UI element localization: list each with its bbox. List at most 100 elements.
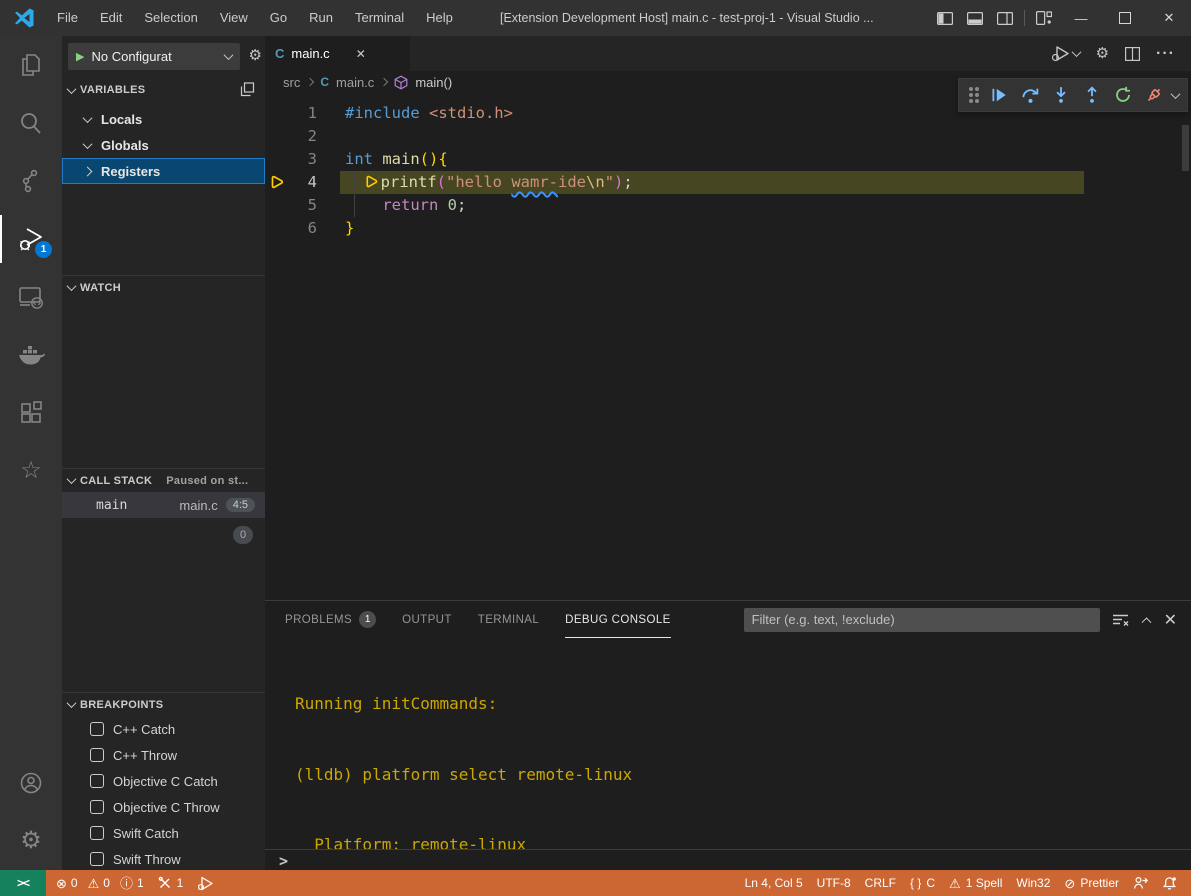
clear-console-icon[interactable] bbox=[1112, 613, 1129, 627]
breakpoint-gutter[interactable] bbox=[265, 217, 293, 240]
breadcrumb-folder[interactable]: src bbox=[283, 75, 300, 90]
editor-settings-gear-icon[interactable]: ⚙ bbox=[1096, 46, 1109, 61]
checkbox-unchecked[interactable] bbox=[90, 800, 104, 814]
breakpoint-gutter[interactable] bbox=[265, 148, 293, 171]
activity-accounts[interactable] bbox=[0, 754, 62, 812]
menu-terminal[interactable]: Terminal bbox=[344, 0, 415, 36]
editor-scrollbar[interactable] bbox=[1182, 125, 1189, 171]
activity-search[interactable] bbox=[0, 94, 62, 152]
copy-value-icon[interactable] bbox=[240, 82, 255, 97]
tools-status[interactable]: 1 bbox=[158, 876, 184, 890]
launch-config-dropdown[interactable]: ▶ No Configurat bbox=[68, 43, 240, 70]
variables-scope-locals[interactable]: Locals bbox=[62, 106, 265, 132]
maximize-button[interactable] bbox=[1103, 0, 1147, 36]
tab-main-c[interactable]: C main.c ✕ bbox=[265, 36, 410, 71]
configure-gear-icon[interactable]: ⚙ bbox=[249, 48, 262, 63]
checkbox-unchecked[interactable] bbox=[90, 774, 104, 788]
chevron-down-icon[interactable] bbox=[1171, 89, 1181, 99]
tab-terminal[interactable]: TERMINAL bbox=[478, 601, 539, 638]
continue-icon bbox=[990, 86, 1008, 104]
debug-stackframe-gutter[interactable] bbox=[265, 171, 293, 194]
activity-explorer[interactable] bbox=[0, 36, 62, 94]
start-debug-icon[interactable]: ▶ bbox=[76, 50, 84, 63]
menu-file[interactable]: File bbox=[46, 0, 89, 36]
platform-status[interactable]: Win32 bbox=[1016, 876, 1050, 890]
menu-go[interactable]: Go bbox=[259, 0, 298, 36]
menu-selection[interactable]: Selection bbox=[133, 0, 208, 36]
activity-remote-explorer[interactable] bbox=[0, 268, 62, 326]
menu-view[interactable]: View bbox=[209, 0, 259, 36]
chevron-down-icon bbox=[67, 474, 77, 484]
tab-problems[interactable]: PROBLEMS 1 bbox=[285, 601, 376, 638]
close-window-button[interactable]: ✕ bbox=[1147, 0, 1191, 36]
step-into-button[interactable] bbox=[1050, 84, 1072, 106]
docker-icon bbox=[17, 343, 45, 367]
breadcrumb-file[interactable]: main.c bbox=[336, 75, 374, 90]
minimize-button[interactable]: — bbox=[1059, 0, 1103, 36]
run-or-debug-button[interactable] bbox=[1051, 45, 1080, 62]
breakpoint-gutter[interactable] bbox=[265, 102, 293, 125]
notifications-status[interactable] bbox=[1162, 876, 1177, 891]
disconnect-button[interactable] bbox=[1143, 84, 1165, 106]
breakpoints-section-header[interactable]: BREAKPOINTS bbox=[62, 692, 265, 716]
maximize-panel-icon[interactable] bbox=[1141, 617, 1151, 627]
customize-layout-icon[interactable] bbox=[1029, 0, 1059, 36]
close-panel-icon[interactable]: ✕ bbox=[1164, 610, 1177, 630]
encoding-status[interactable]: UTF-8 bbox=[817, 876, 851, 890]
eol-status[interactable]: CRLF bbox=[865, 876, 896, 890]
activity-run-debug[interactable]: 1 bbox=[0, 210, 62, 268]
menu-run[interactable]: Run bbox=[298, 0, 344, 36]
breakpoint-gutter[interactable] bbox=[265, 125, 293, 148]
checkbox-unchecked[interactable] bbox=[90, 826, 104, 840]
console-input-row[interactable]: > bbox=[265, 849, 1191, 871]
tab-debug-console[interactable]: DEBUG CONSOLE bbox=[565, 601, 671, 638]
checkbox-unchecked[interactable] bbox=[90, 722, 104, 736]
c-file-icon: C bbox=[275, 46, 284, 61]
problems-status[interactable]: ⊗ 0 ⚠ 0 ⓘ 1 bbox=[56, 876, 144, 890]
cursor-position[interactable]: Ln 4, Col 5 bbox=[745, 876, 803, 890]
language-mode[interactable]: { } C bbox=[910, 876, 935, 890]
watch-section-header[interactable]: WATCH bbox=[62, 275, 265, 299]
spell-checker-status[interactable]: ⚠ 1 Spell bbox=[949, 876, 1002, 890]
breakpoint-cpp-catch[interactable]: C++ Catch bbox=[62, 716, 265, 742]
more-actions-icon[interactable]: ··· bbox=[1156, 45, 1175, 63]
variables-scope-registers[interactable]: Registers bbox=[62, 158, 265, 184]
variables-section-header[interactable]: VARIABLES bbox=[62, 78, 265, 102]
variables-scope-globals[interactable]: Globals bbox=[62, 132, 265, 158]
checkbox-unchecked[interactable] bbox=[90, 852, 104, 866]
toggle-secondary-sidebar-icon[interactable] bbox=[990, 0, 1020, 36]
stack-frame-row[interactable]: main main.c 4:5 bbox=[62, 492, 265, 518]
remote-indicator[interactable]: >< bbox=[0, 870, 46, 896]
breakpoint-swift-catch[interactable]: Swift Catch bbox=[62, 820, 265, 846]
tab-close-icon[interactable]: ✕ bbox=[356, 47, 366, 61]
activity-wamr[interactable]: ☆ bbox=[0, 442, 62, 500]
breakpoint-swift-throw[interactable]: Swift Throw bbox=[62, 846, 265, 872]
activity-extensions[interactable] bbox=[0, 384, 62, 442]
breakpoint-objc-catch[interactable]: Objective C Catch bbox=[62, 768, 265, 794]
activity-source-control[interactable] bbox=[0, 152, 62, 210]
breadcrumb-symbol[interactable]: main() bbox=[415, 75, 452, 90]
toggle-sidebar-icon[interactable] bbox=[930, 0, 960, 36]
menu-help[interactable]: Help bbox=[415, 0, 464, 36]
debug-status[interactable] bbox=[197, 876, 214, 891]
menu-edit[interactable]: Edit bbox=[89, 0, 133, 36]
activity-docker[interactable] bbox=[0, 326, 62, 384]
split-editor-icon[interactable] bbox=[1125, 47, 1140, 61]
checkbox-unchecked[interactable] bbox=[90, 748, 104, 762]
continue-button[interactable] bbox=[988, 84, 1010, 106]
step-over-button[interactable] bbox=[1019, 84, 1041, 106]
toolbar-drag-handle[interactable] bbox=[969, 93, 973, 97]
formatter-status[interactable]: ⊘ Prettier bbox=[1064, 876, 1119, 890]
toggle-panel-icon[interactable] bbox=[960, 0, 990, 36]
step-out-button[interactable] bbox=[1081, 84, 1103, 106]
tab-output[interactable]: OUTPUT bbox=[402, 601, 452, 638]
breakpoint-gutter[interactable] bbox=[265, 194, 293, 217]
feedback-status[interactable] bbox=[1133, 876, 1148, 890]
breakpoint-cpp-throw[interactable]: C++ Throw bbox=[62, 742, 265, 768]
breakpoint-label: Objective C Catch bbox=[113, 774, 218, 789]
restart-button[interactable] bbox=[1112, 84, 1134, 106]
callstack-section-header[interactable]: CALL STACK Paused on st... bbox=[62, 468, 265, 492]
activity-settings[interactable]: ⚙ bbox=[0, 812, 62, 870]
console-filter-input[interactable] bbox=[744, 608, 1100, 632]
breakpoint-objc-throw[interactable]: Objective C Throw bbox=[62, 794, 265, 820]
